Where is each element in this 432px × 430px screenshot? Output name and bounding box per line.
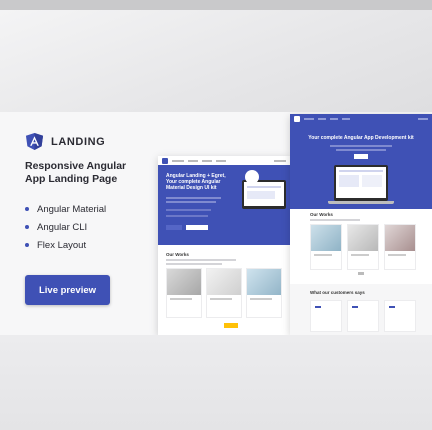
work-card	[347, 224, 379, 270]
bullet-icon	[25, 225, 29, 229]
top-strip	[0, 0, 432, 10]
background-top	[0, 10, 432, 112]
angular-logo-icon	[25, 132, 44, 151]
mockup-small: Angular Landing + Egret, Your complete A…	[158, 156, 290, 335]
hero-button	[166, 225, 182, 230]
feature-label: Angular CLI	[37, 221, 88, 233]
mockup-nav	[290, 114, 432, 123]
mockup-large: Your complete Angular App Development ki…	[290, 114, 432, 335]
hero-laptop	[334, 165, 388, 201]
mockup-hero: Your complete Angular App Development ki…	[290, 123, 432, 209]
feature-list: Angular Material Angular CLI Flex Layout	[25, 200, 106, 254]
promo-banner: LANDING Responsive Angular App Landing P…	[0, 112, 432, 335]
brand: LANDING	[25, 132, 105, 151]
feature-item: Angular CLI	[25, 218, 106, 236]
brand-name: LANDING	[51, 135, 106, 148]
work-card	[166, 268, 202, 318]
background-bottom	[0, 335, 432, 430]
hero-button	[186, 225, 208, 230]
nav-logo-icon	[162, 157, 168, 164]
testimonial-card	[384, 300, 416, 332]
bullet-icon	[25, 207, 29, 211]
mockup-hero: Angular Landing + Egret, Your complete A…	[158, 165, 290, 245]
hero-button	[354, 154, 368, 159]
headline-line-2: App Landing Page	[25, 173, 118, 185]
pagination	[358, 272, 364, 275]
work-card	[206, 268, 242, 318]
headline-line-1: Responsive Angular	[25, 160, 127, 172]
live-preview-button[interactable]: Live preview	[25, 275, 110, 305]
feature-label: Angular Material	[37, 203, 107, 215]
hero-title: Your complete Angular App Development ki…	[308, 135, 414, 141]
testimonial-card	[347, 300, 379, 332]
section-title: What our customers says	[310, 290, 365, 295]
hero-badge	[245, 170, 259, 184]
feature-item: Flex Layout	[25, 236, 106, 254]
feature-item: Angular Material	[25, 200, 106, 218]
section-title: Our Works	[166, 252, 189, 257]
hero-laptop	[242, 180, 286, 209]
hero-title: Angular Landing + Egret, Your complete A…	[166, 173, 226, 191]
work-card	[384, 224, 416, 270]
testimonials-section: What our customers says	[290, 284, 432, 335]
feature-label: Flex Layout	[37, 239, 87, 251]
page-headline: Responsive Angular App Landing Page	[25, 160, 145, 186]
bullet-icon	[25, 243, 29, 247]
load-more-button	[224, 323, 238, 328]
section-title: Our Works	[310, 212, 333, 217]
work-card	[246, 268, 282, 318]
testimonial-card	[310, 300, 342, 332]
work-card	[310, 224, 342, 270]
nav-logo-icon	[294, 115, 300, 122]
